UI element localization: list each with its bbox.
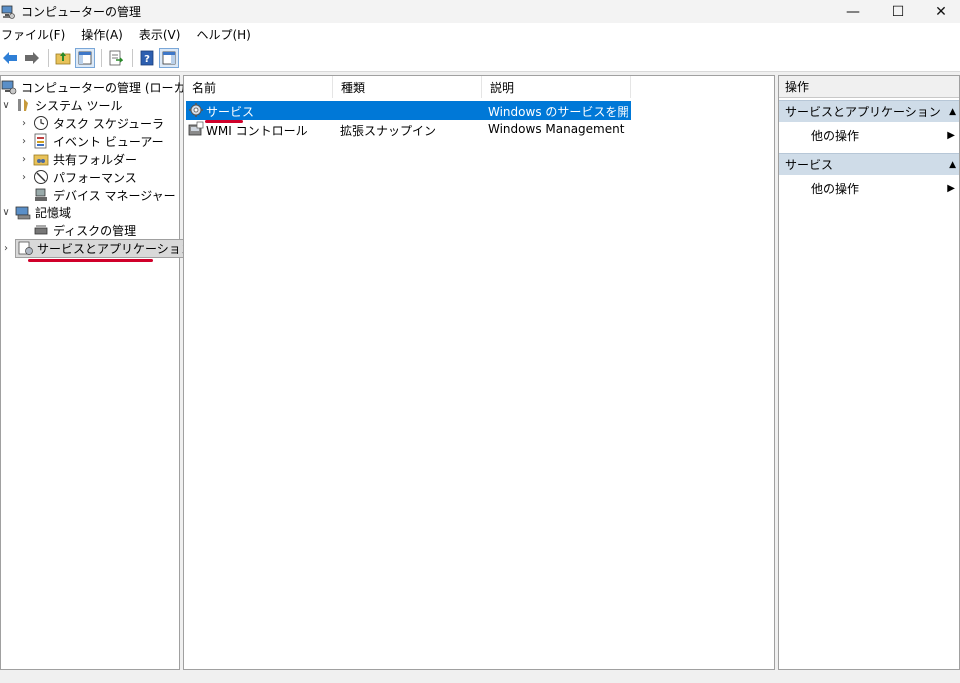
action-section-label: サービスとアプリケーション bbox=[785, 105, 941, 119]
wmi-icon bbox=[188, 121, 204, 140]
tree-item-label: デバイス マネージャー bbox=[53, 188, 176, 203]
status-bar bbox=[0, 670, 960, 683]
toolbar: ? bbox=[0, 45, 960, 72]
tree-item-task-scheduler[interactable]: › タスク スケジューラ bbox=[19, 114, 164, 132]
expand-chevron-icon[interactable]: ∨ bbox=[1, 100, 11, 111]
title-bar: コンピューターの管理 — ☐ ✕ bbox=[0, 0, 960, 23]
expand-chevron-icon[interactable]: › bbox=[19, 154, 29, 165]
computer-management-icon bbox=[1, 79, 17, 95]
svg-text:?: ? bbox=[144, 54, 150, 65]
tree-item-label: ディスクの管理 bbox=[53, 223, 137, 238]
maximize-button[interactable]: ☐ bbox=[875, 0, 921, 23]
clock-icon bbox=[33, 115, 49, 131]
close-button[interactable]: ✕ bbox=[918, 0, 960, 23]
action-more-actions[interactable]: 他の操作 ▶ bbox=[779, 178, 959, 198]
list-cell-description: Windows のサービスを開... bbox=[488, 105, 628, 119]
menu-action[interactable]: 操作(A) bbox=[81, 26, 131, 43]
list-cell-description: Windows Management I... bbox=[488, 122, 628, 136]
menu-view[interactable]: 表示(V) bbox=[139, 26, 189, 43]
tree-item-label: 記憶域 bbox=[35, 205, 72, 220]
tree-item-label: イベント ビューアー bbox=[53, 134, 164, 149]
console-tree[interactable]: コンピューターの管理 (ローカル) ∨ システム ツール › タスク スケジュー… bbox=[0, 75, 202, 670]
column-header-type[interactable]: 種類 bbox=[333, 76, 482, 98]
tree-item-label: システム ツール bbox=[35, 98, 123, 113]
toolbar-separator bbox=[101, 49, 102, 67]
collapse-arrow-icon[interactable]: ▲ bbox=[949, 107, 956, 117]
menu-bar: ファイル(F) 操作(A) 表示(V) ヘルプ(H) bbox=[0, 23, 960, 45]
toolbar-separator bbox=[48, 49, 49, 67]
column-header-description[interactable]: 説明 bbox=[482, 76, 631, 98]
list-item-wmi-control[interactable]: WMI コントロール 拡張スナップイン Windows Management I… bbox=[186, 120, 631, 139]
show-hide-action-pane-icon[interactable] bbox=[159, 48, 179, 68]
column-header-name[interactable]: 名前 bbox=[184, 76, 333, 98]
tree-item-system-tools[interactable]: ∨ システム ツール bbox=[1, 96, 122, 114]
tree-item-services-and-applications[interactable]: › サービスとアプリケーション bbox=[1, 238, 196, 258]
expand-chevron-icon[interactable]: › bbox=[19, 118, 29, 129]
computer-management-icon bbox=[1, 5, 15, 19]
tree-item-event-viewer[interactable]: › イベント ビューアー bbox=[19, 132, 164, 150]
tree-root-label: コンピューターの管理 (ローカル) bbox=[21, 80, 203, 95]
menu-file[interactable]: ファイル(F) bbox=[1, 26, 73, 43]
tree-item-performance[interactable]: › パフォーマンス bbox=[19, 168, 137, 186]
list-cell-name: WMI コントロール bbox=[206, 124, 308, 138]
menu-help[interactable]: ヘルプ(H) bbox=[196, 26, 258, 43]
minimize-button[interactable]: — bbox=[830, 0, 876, 23]
storage-icon bbox=[15, 204, 31, 220]
action-pane: 操作 サービスとアプリケーション ▲ 他の操作 ▶ サービス ▲ 他の操作 ▶ bbox=[778, 75, 960, 670]
tree-item-label: タスク スケジューラ bbox=[53, 116, 164, 131]
action-pane-title: 操作 bbox=[779, 76, 959, 98]
tree-item-shared-folders[interactable]: › 共有フォルダー bbox=[19, 150, 137, 168]
performance-icon bbox=[33, 169, 49, 185]
tree-item-label-selected: サービスとアプリケーション bbox=[15, 238, 196, 258]
show-hide-tree-icon[interactable] bbox=[75, 48, 95, 68]
device-manager-icon bbox=[33, 187, 49, 203]
event-viewer-icon bbox=[33, 133, 49, 149]
action-item-label: 他の操作 bbox=[811, 128, 860, 143]
tree-item-disk-management[interactable]: ディスクの管理 bbox=[19, 221, 136, 239]
forward-arrow-icon[interactable] bbox=[22, 48, 42, 68]
shared-folder-icon bbox=[33, 151, 49, 167]
tree-item-device-manager[interactable]: デバイス マネージャー bbox=[19, 186, 176, 204]
tree-item-label: 共有フォルダー bbox=[53, 152, 138, 167]
result-list[interactable]: 名前 種類 説明 サービス Windows のサービスを開... WMI コント… bbox=[183, 75, 775, 670]
tools-icon bbox=[15, 97, 31, 113]
list-item-services[interactable]: サービス Windows のサービスを開... bbox=[186, 101, 631, 120]
window-title: コンピューターの管理 bbox=[21, 5, 142, 19]
back-arrow-icon[interactable] bbox=[0, 48, 20, 68]
list-cell-type: 拡張スナップイン bbox=[340, 124, 437, 138]
export-list-icon[interactable] bbox=[106, 48, 126, 68]
gear-icon bbox=[188, 102, 204, 121]
help-icon[interactable]: ? bbox=[137, 48, 157, 68]
tree-root[interactable]: コンピューターの管理 (ローカル) bbox=[1, 78, 202, 96]
tree-item-label: パフォーマンス bbox=[53, 170, 137, 185]
action-item-label: 他の操作 bbox=[811, 181, 860, 196]
action-section-label: サービス bbox=[785, 158, 834, 172]
expand-chevron-icon[interactable]: › bbox=[1, 243, 11, 254]
expand-chevron-icon[interactable]: › bbox=[19, 136, 29, 147]
collapse-arrow-icon[interactable]: ▲ bbox=[949, 160, 956, 170]
action-section-services[interactable]: サービス ▲ bbox=[779, 153, 959, 175]
submenu-arrow-icon: ▶ bbox=[947, 129, 955, 141]
disk-icon bbox=[33, 222, 49, 238]
list-cell-name: サービス bbox=[206, 105, 255, 119]
up-folder-icon[interactable] bbox=[53, 48, 73, 68]
tree-item-text: サービスとアプリケーション bbox=[37, 241, 193, 256]
toolbar-separator bbox=[132, 49, 133, 67]
annotation-underline bbox=[28, 259, 153, 262]
action-more-actions[interactable]: 他の操作 ▶ bbox=[779, 125, 959, 145]
expand-chevron-icon[interactable]: › bbox=[19, 172, 29, 183]
expand-chevron-icon[interactable]: ∨ bbox=[1, 207, 11, 218]
action-section-services-and-applications[interactable]: サービスとアプリケーション ▲ bbox=[779, 100, 959, 122]
tree-item-storage[interactable]: ∨ 記憶域 bbox=[1, 203, 71, 221]
submenu-arrow-icon: ▶ bbox=[947, 182, 955, 194]
services-apps-icon bbox=[18, 240, 34, 256]
